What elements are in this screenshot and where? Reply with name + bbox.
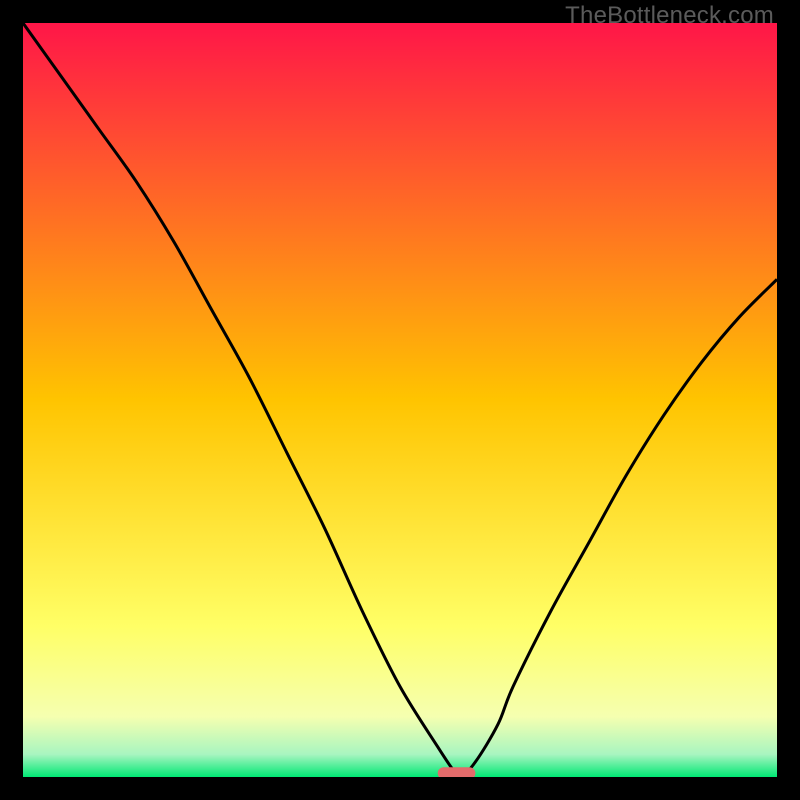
- gradient-background: [23, 23, 777, 777]
- optimal-marker: [438, 767, 476, 777]
- bottleneck-chart: [23, 23, 777, 777]
- chart-frame: [23, 23, 777, 777]
- watermark-text: TheBottleneck.com: [565, 2, 774, 30]
